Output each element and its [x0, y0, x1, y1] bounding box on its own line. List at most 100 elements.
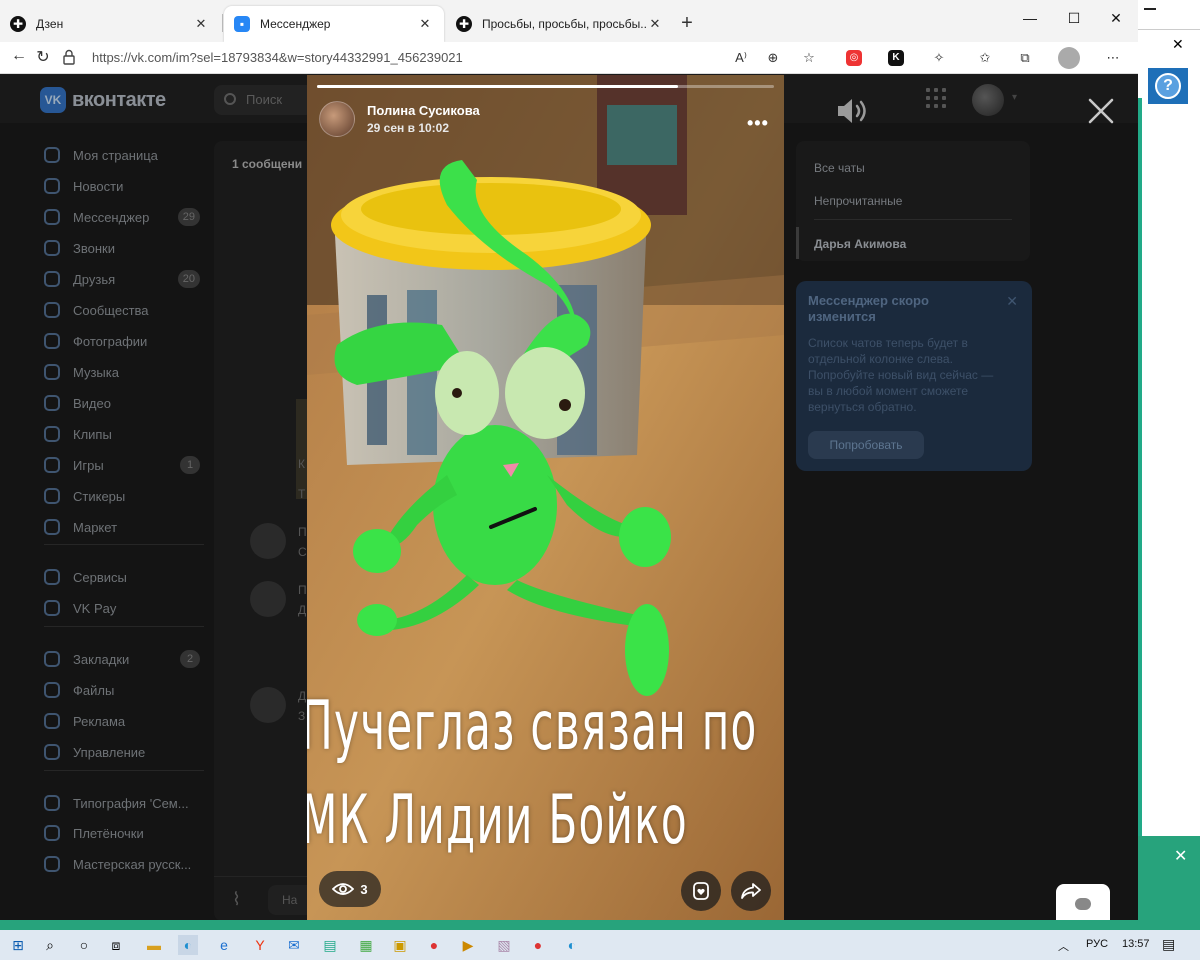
media-player-icon[interactable]: ▶ [458, 935, 478, 955]
app-icon[interactable]: ● [528, 935, 548, 955]
sidebar-item[interactable]: Сообщества [44, 298, 204, 322]
language-indicator[interactable]: РУС [1086, 938, 1108, 950]
close-icon[interactable]: ✕ [1172, 36, 1184, 53]
sidebar-item[interactable]: Видео [44, 391, 204, 415]
avatar[interactable] [250, 523, 286, 559]
close-tab-icon[interactable]: ✕ [192, 16, 210, 32]
app-icon[interactable]: ▦ [356, 935, 376, 955]
minimize-icon[interactable]: — [1020, 10, 1040, 26]
new-tab-button[interactable]: + [676, 12, 698, 35]
sidebar-item[interactable]: Маркет [44, 515, 204, 539]
filter-unread[interactable]: Непрочитанные [814, 194, 902, 208]
reaction-button[interactable] [681, 871, 721, 911]
window-edge [0, 920, 1200, 930]
internet-explorer-icon[interactable]: e [214, 935, 234, 955]
chat-item-darya[interactable]: Дарья Акимова [814, 237, 906, 251]
sidebar-item[interactable]: Звонки [44, 236, 204, 260]
notification-panel: ✕ [1138, 836, 1200, 920]
clock[interactable]: 13:57 [1122, 938, 1150, 950]
sidebar-item[interactable]: Типография 'Сем... [44, 791, 204, 815]
sidebar-item[interactable]: Мессенджер 29 [44, 205, 204, 229]
attach-icon[interactable]: ⌇ [232, 889, 252, 909]
back-icon[interactable]: ← [8, 47, 30, 65]
close-story-icon[interactable] [1086, 96, 1116, 126]
yandex-icon[interactable]: Y [250, 935, 270, 955]
read-aloud-icon[interactable]: A⁾ [730, 47, 752, 69]
refresh-icon[interactable]: ↻ [32, 47, 54, 67]
lock-icon[interactable] [62, 49, 76, 65]
maximize-icon[interactable]: ☐ [1064, 10, 1084, 27]
more-options-icon[interactable]: ••• [747, 113, 769, 134]
try-button[interactable]: Попробовать [808, 431, 924, 459]
app-icon[interactable]: ▣ [390, 935, 410, 955]
sidebar-item[interactable]: Мастерская русск... [44, 852, 204, 876]
tray-chevron-icon[interactable]: ︿ [1058, 938, 1069, 954]
author-name[interactable]: Полина Сусикова [367, 103, 480, 118]
avatar[interactable] [250, 581, 286, 617]
kinopoisk-extension-icon[interactable]: K [888, 50, 904, 66]
tab-requests[interactable]: ✚ Просьбы, просьбы, просьбы... ✕ [446, 6, 674, 42]
sidebar-item[interactable]: Новости [44, 174, 204, 198]
extension-icon[interactable]: ◎ [846, 50, 862, 66]
profile-icon[interactable] [1058, 47, 1080, 69]
chat-widget-button[interactable] [1056, 884, 1110, 924]
sidebar-item[interactable]: Игры 1 [44, 453, 204, 477]
add-favorite-icon[interactable]: ☆ [798, 47, 820, 69]
avatar[interactable] [972, 84, 1004, 116]
apps-grid-icon[interactable] [926, 88, 946, 108]
close-window-icon[interactable]: ✕ [1106, 10, 1126, 27]
story-viewer[interactable]: Полина Сусикова 29 сен в 10:02 ••• Пучег… [307, 75, 784, 922]
edge-icon[interactable]: ◐ [562, 935, 582, 955]
close-icon[interactable]: ✕ [1174, 846, 1187, 866]
cortana-icon[interactable]: ○ [74, 935, 94, 955]
tab-dzen[interactable]: ✚ Дзен ✕ [0, 6, 220, 42]
vk-logo[interactable]: VK вконтакте [40, 87, 166, 113]
search-input[interactable]: Поиск [214, 85, 314, 115]
zoom-icon[interactable]: ⊕ [762, 47, 784, 69]
close-tab-icon[interactable]: ✕ [646, 16, 664, 32]
edge-icon[interactable]: ◐ [178, 935, 198, 955]
avatar[interactable] [319, 101, 355, 137]
tab-messenger[interactable]: ▪ Мессенджер ✕ [224, 6, 444, 42]
sidebar-item[interactable]: Клипы [44, 422, 204, 446]
sidebar-item[interactable]: Реклама [44, 709, 204, 733]
sidebar-item[interactable]: Моя страница [44, 143, 204, 167]
close-tab-icon[interactable]: ✕ [416, 16, 434, 32]
sidebar-item-label: Плетёночки [73, 825, 144, 841]
close-icon[interactable]: ✕ [1006, 293, 1018, 310]
sidebar-item[interactable]: Стикеры [44, 484, 204, 508]
minimize-icon[interactable] [1144, 8, 1156, 10]
notifications-icon[interactable]: ▤ [1162, 936, 1175, 953]
extensions-icon[interactable]: ✧ [928, 47, 950, 69]
collections-icon[interactable]: ⧉ [1014, 47, 1036, 69]
speaker-icon[interactable] [836, 96, 870, 126]
chevron-down-icon[interactable]: ▾ [1012, 92, 1017, 103]
sidebar-item[interactable]: VK Pay [44, 596, 204, 620]
dzen-icon: ✚ [10, 16, 26, 32]
task-view-icon[interactable]: ⧈ [106, 935, 126, 955]
app-icon[interactable]: ● [424, 935, 444, 955]
sidebar-item[interactable]: Сервисы [44, 565, 204, 589]
sidebar-item[interactable]: Фотографии [44, 329, 204, 353]
sidebar-item[interactable]: Плетёночки [44, 821, 204, 845]
file-explorer-icon[interactable]: ▬ [144, 935, 164, 955]
views-counter[interactable]: 3 [319, 871, 381, 907]
share-button[interactable] [731, 871, 771, 911]
more-icon[interactable]: ⋯ [1102, 47, 1124, 69]
avatar[interactable] [250, 687, 286, 723]
help-button[interactable]: ? [1148, 68, 1188, 104]
sidebar-item[interactable]: Файлы [44, 678, 204, 702]
windows-start-icon[interactable]: ⊞ [8, 935, 28, 955]
sidebar-item[interactable]: Музыка [44, 360, 204, 384]
sidebar-item[interactable]: Закладки 2 [44, 647, 204, 671]
search-icon[interactable]: ⌕ [40, 935, 60, 955]
app-icon[interactable]: ▤ [320, 935, 340, 955]
filter-all-chats[interactable]: Все чаты [814, 161, 865, 175]
mail-icon[interactable]: ✉ [284, 935, 304, 955]
url-field[interactable]: https://vk.com/im?sel=18793834&w=story44… [92, 50, 463, 65]
sidebar-item[interactable]: Друзья 20 [44, 267, 204, 291]
sidebar-item[interactable]: Управление [44, 740, 204, 764]
app-icon[interactable]: ▧ [494, 935, 514, 955]
favorites-icon[interactable]: ✩ [974, 47, 996, 69]
story-author[interactable]: Полина Сусикова 29 сен в 10:02 [319, 101, 480, 137]
